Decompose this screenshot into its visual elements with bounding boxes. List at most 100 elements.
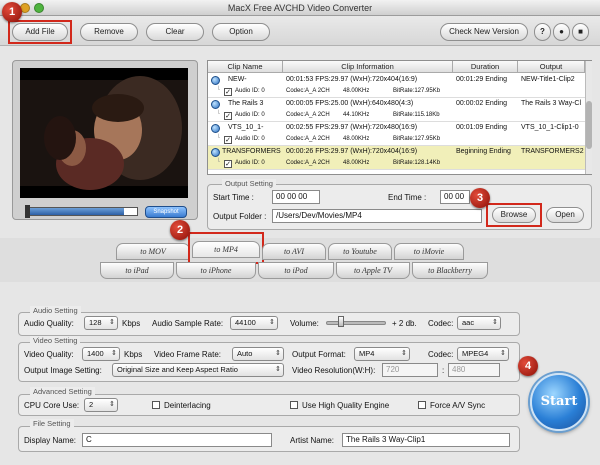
scrollbar-thumb[interactable]	[586, 101, 592, 149]
start-time-field[interactable]: 00 00 00	[272, 190, 320, 204]
audio-sample-rate-label: Audio Sample Rate:	[152, 319, 224, 328]
audio-codec: Codec:A_A 2CH	[286, 160, 330, 166]
output-format-select[interactable]: MP4 ⇕	[354, 347, 410, 361]
preview-progress-bar[interactable]	[26, 207, 138, 216]
apple-icon[interactable]: ●	[553, 23, 570, 41]
video-quality-select[interactable]: 1400 ⇕	[82, 347, 120, 361]
video-resolution-label: Video Resolution(W:H):	[292, 366, 376, 375]
high-quality-engine-label: Use High Quality Engine	[302, 401, 390, 410]
table-row[interactable]: VTS_10_1- 00:02:55 FPS:29.97 (WxH):720x4…	[208, 122, 585, 146]
col-header-clip-name[interactable]: Clip Name	[208, 61, 283, 73]
start-button[interactable]: Start	[530, 373, 588, 431]
end-time-label: End Time :	[388, 193, 427, 202]
video-codec-label: Codec:	[428, 350, 454, 359]
tab-to-youtube[interactable]: to Youtube	[328, 243, 392, 260]
cpu-core-select[interactable]: 2 ⇕	[84, 398, 118, 412]
radio-icon	[211, 100, 220, 109]
tab-to-imovie[interactable]: to iMovie	[394, 243, 464, 260]
radio-icon	[211, 124, 220, 133]
audio-bitrate: BitRate:115.18Kb	[393, 112, 440, 118]
preview-progress-fill	[27, 208, 124, 215]
display-name-label: Display Name:	[24, 436, 77, 445]
snapshot-button[interactable]: Snapshot	[145, 206, 187, 218]
audio-checkbox[interactable]: ✓	[224, 136, 232, 144]
audio-checkbox[interactable]: ✓	[224, 160, 232, 168]
tab-to-ipad[interactable]: to iPad	[100, 262, 174, 279]
output-folder-field[interactable]: /Users/Dev/Movies/MP4	[272, 209, 482, 223]
table-row-selected[interactable]: TRANSFORMERS 00:00:26 FPS:29.97 (WxH):72…	[208, 146, 585, 170]
check-new-version-button[interactable]: Check New Version	[440, 23, 528, 41]
option-button[interactable]: Option	[212, 23, 270, 41]
stepper-icon: ⇕	[269, 319, 275, 326]
audio-checkbox[interactable]: ✓	[224, 88, 232, 96]
browse-button[interactable]: Browse	[492, 207, 536, 223]
force-av-sync-checkbox[interactable]	[418, 401, 426, 409]
add-file-button[interactable]: Add File	[12, 23, 68, 41]
audio-sample-rate-select[interactable]: 44100 ⇕	[230, 316, 278, 330]
audio-codec-label: Codec:	[428, 319, 454, 328]
output-setting-title: Output Setting	[222, 179, 276, 188]
clip-info: 00:01:53 FPS:29.97 (WxH):720x404(16:9)	[286, 76, 418, 83]
volume-slider[interactable]	[326, 321, 386, 325]
tab-to-mp4[interactable]: to MP4	[192, 241, 260, 258]
clip-name: VTS_10_1-	[228, 124, 264, 131]
volume-slider-handle[interactable]	[338, 316, 344, 327]
resolution-width-field[interactable]: 720	[382, 363, 438, 377]
clip-table[interactable]: Clip Name Clip Information Duration Outp…	[207, 60, 592, 175]
resolution-colon: :	[442, 366, 445, 375]
clip-output: TRANSFORMERS2	[521, 148, 584, 155]
remove-button[interactable]: Remove	[80, 23, 138, 41]
tab-to-iphone[interactable]: to iPhone	[176, 262, 256, 279]
output-image-setting-select[interactable]: Original Size and Keep Aspect Ratio ⇕	[112, 363, 284, 377]
table-row[interactable]: The Rails 3 00:00:05 FPS:25.00 (WxH):640…	[208, 98, 585, 122]
audio-id: Audio ID: 0	[235, 136, 265, 142]
tab-to-blackberry[interactable]: to Blackberry	[412, 262, 488, 279]
video-frame-rate-select[interactable]: Auto ⇕	[232, 347, 284, 361]
tab-to-mov[interactable]: to MOV	[116, 243, 190, 260]
stepper-icon: ⇕	[401, 350, 407, 357]
clip-output: NEW-Title1-Clip2	[521, 76, 575, 83]
table-scrollbar[interactable]	[585, 61, 592, 174]
advanced-setting-title: Advanced Setting	[30, 387, 95, 396]
audio-id: Audio ID: 0	[235, 112, 265, 118]
clear-button[interactable]: Clear	[146, 23, 204, 41]
audio-checkbox[interactable]: ✓	[224, 112, 232, 120]
col-header-output[interactable]: Output	[518, 61, 585, 73]
high-quality-engine-checkbox[interactable]	[290, 401, 298, 409]
audio-bitrate: BitRate:127.95Kb	[393, 88, 441, 94]
title-bar: MacX Free AVCHD Video Converter	[0, 0, 600, 16]
stepper-icon: ⇕	[492, 319, 498, 326]
video-preview	[20, 68, 188, 198]
zoom-window-button[interactable]	[34, 3, 44, 13]
callout-4: 4	[518, 356, 538, 376]
audio-codec-select[interactable]: aac ⇕	[457, 316, 501, 330]
col-header-duration[interactable]: Duration	[453, 61, 518, 73]
audio-quality-select[interactable]: 128 ⇕	[84, 316, 118, 330]
deinterlacing-checkbox[interactable]	[152, 401, 160, 409]
tab-to-avi[interactable]: to AVI	[262, 243, 326, 260]
clip-duration: 00:00:02 Ending	[456, 100, 507, 107]
clip-duration: 00:01:09 Ending	[456, 124, 507, 131]
display-name-field[interactable]: C	[82, 433, 272, 447]
help-icon[interactable]: ?	[534, 23, 551, 41]
end-time-field[interactable]: 00 00	[440, 190, 470, 204]
open-button[interactable]: Open	[546, 207, 584, 223]
resolution-height-field[interactable]: 480	[448, 363, 500, 377]
output-image-setting-label: Output Image Setting:	[24, 366, 102, 375]
audio-hz: 44.10KHz	[343, 112, 370, 118]
lock-icon[interactable]: ■	[572, 23, 589, 41]
col-header-clip-info[interactable]: Clip Information	[283, 61, 453, 73]
video-quality-label: Video Quality:	[24, 350, 74, 359]
stepper-icon: ⇕	[109, 401, 115, 408]
artist-name-field[interactable]: The Rails 3 Way-Clip1	[342, 433, 510, 447]
video-codec-select[interactable]: MPEG4 ⇕	[457, 347, 509, 361]
table-row[interactable]: NEW- 00:01:53 FPS:29.97 (WxH):720x404(16…	[208, 74, 585, 98]
deinterlacing-label: Deinterlacing	[164, 401, 211, 410]
tab-to-apple-tv[interactable]: to Apple TV	[336, 262, 410, 279]
clip-name: The Rails 3	[228, 100, 264, 107]
tab-to-ipod[interactable]: to iPod	[258, 262, 334, 279]
progress-handle[interactable]	[25, 205, 30, 218]
volume-label: Volume:	[290, 319, 319, 328]
callout-1: 1	[2, 2, 22, 22]
stepper-icon: ⇕	[111, 350, 117, 357]
